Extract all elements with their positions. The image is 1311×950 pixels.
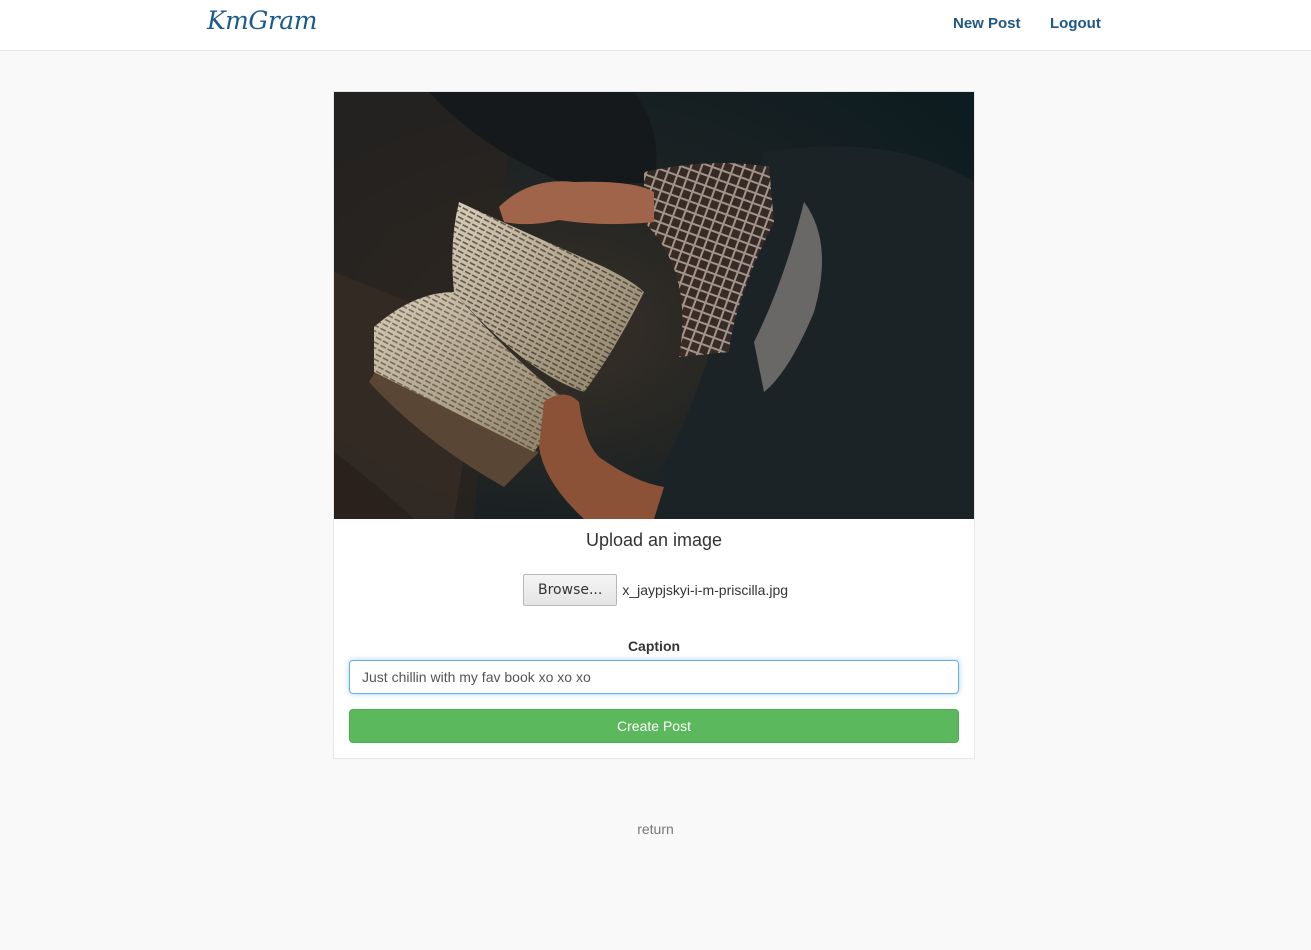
upload-card: Upload an image Browse... x_jaypjskyi-i-… — [333, 91, 975, 759]
image-preview — [334, 92, 974, 519]
create-post-button[interactable]: Create Post — [349, 709, 959, 743]
return-link[interactable]: return — [0, 821, 1311, 837]
caption-input[interactable] — [349, 660, 959, 694]
brand-logo[interactable]: KmGram — [207, 6, 317, 35]
browse-button[interactable]: Browse... — [523, 573, 618, 606]
upload-title: Upload an image — [585, 530, 723, 550]
new-post-link[interactable]: New Post — [953, 15, 1021, 32]
navbar: KmGram New Post Logout — [0, 0, 1311, 51]
logout-link[interactable]: Logout — [1050, 15, 1101, 32]
caption-label: Caption — [627, 638, 681, 654]
selected-file-name: x_jaypjskyi-i-m-priscilla.jpg — [622, 581, 789, 598]
file-input: Browse... x_jaypjskyi-i-m-priscilla.jpg — [523, 573, 788, 606]
